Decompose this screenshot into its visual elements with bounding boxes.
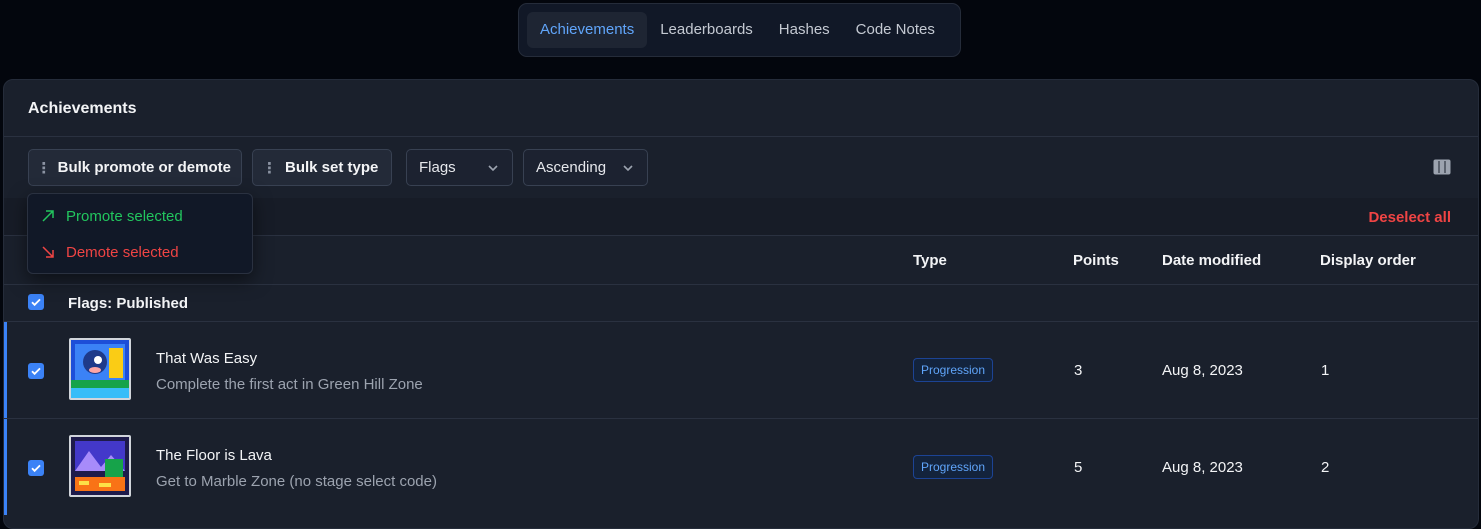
row-checkbox[interactable]: [28, 363, 44, 379]
divider: [4, 136, 1478, 137]
arrow-down-right-icon: [42, 246, 54, 258]
arrow-up-right-icon: [42, 210, 54, 222]
group-label: Flags: Published: [68, 295, 189, 312]
more-vertical-icon: ⋮: [262, 159, 277, 177]
order-select-value: Ascending: [536, 159, 607, 176]
achievement-description: Complete the first act in Green Hill Zon…: [156, 376, 423, 393]
display-order-cell: 2: [1321, 459, 1330, 476]
table-row[interactable]: The Floor is Lava Get to Marble Zone (no…: [4, 418, 1478, 515]
table-row[interactable]: That Was Easy Complete the first act in …: [4, 321, 1478, 418]
flags-select[interactable]: Flags: [406, 149, 513, 186]
demote-selected-label: Demote selected: [66, 243, 179, 261]
header-display-order[interactable]: Display order: [1320, 252, 1416, 269]
achievement-title[interactable]: The Floor is Lava: [156, 447, 272, 464]
tab-hashes[interactable]: Hashes: [766, 12, 843, 48]
chevron-down-icon: [623, 164, 633, 171]
tab-leaderboards[interactable]: Leaderboards: [647, 12, 766, 48]
row-checkbox[interactable]: [28, 460, 44, 476]
bulk-promote-label: Bulk promote or demote: [57, 159, 231, 176]
display-order-cell: 1: [1321, 362, 1330, 379]
achievements-card: Achievements ⋮ Bulk promote or demote ⋮ …: [3, 79, 1479, 529]
tab-bar: Achievements Leaderboards Hashes Code No…: [518, 3, 961, 57]
bulk-promote-button[interactable]: ⋮ Bulk promote or demote: [28, 149, 242, 186]
points-cell: 5: [1074, 459, 1083, 476]
header-date-modified[interactable]: Date modified: [1162, 252, 1261, 269]
tab-code-notes[interactable]: Code Notes: [843, 12, 948, 48]
points-cell: 3: [1074, 362, 1083, 379]
bulk-set-type-button[interactable]: ⋮ Bulk set type: [252, 149, 392, 186]
date-cell: Aug 8, 2023: [1162, 362, 1243, 379]
demote-selected-item[interactable]: Demote selected: [40, 238, 179, 266]
bulk-set-type-label: Bulk set type: [285, 159, 379, 176]
chevron-down-icon: [488, 164, 498, 171]
order-select[interactable]: Ascending: [523, 149, 648, 186]
achievement-badge-image: [69, 435, 131, 497]
achievement-title[interactable]: That Was Easy: [156, 350, 257, 367]
type-badge: Progression: [913, 455, 994, 479]
more-vertical-icon: ⋮: [36, 159, 51, 177]
achievement-badge-image: [69, 338, 131, 400]
row-selected-indicator: [4, 419, 7, 515]
columns-icon[interactable]: [1433, 159, 1451, 175]
bulk-promote-menu: Promote selected Demote selected: [27, 193, 253, 274]
group-checkbox[interactable]: [28, 294, 44, 310]
promote-selected-label: Promote selected: [66, 207, 183, 225]
achievement-description: Get to Marble Zone (no stage select code…: [156, 473, 437, 490]
date-cell: Aug 8, 2023: [1162, 459, 1243, 476]
deselect-all-button[interactable]: Deselect all: [1368, 209, 1451, 226]
promote-selected-item[interactable]: Promote selected: [40, 202, 183, 230]
header-type[interactable]: Type: [913, 252, 947, 269]
tab-achievements[interactable]: Achievements: [527, 12, 648, 48]
header-points[interactable]: Points: [1073, 252, 1119, 269]
card-title: Achievements: [28, 100, 137, 117]
type-badge: Progression: [913, 358, 994, 382]
flags-select-value: Flags: [419, 159, 456, 176]
divider: [4, 284, 1478, 285]
row-selected-indicator: [4, 322, 7, 418]
